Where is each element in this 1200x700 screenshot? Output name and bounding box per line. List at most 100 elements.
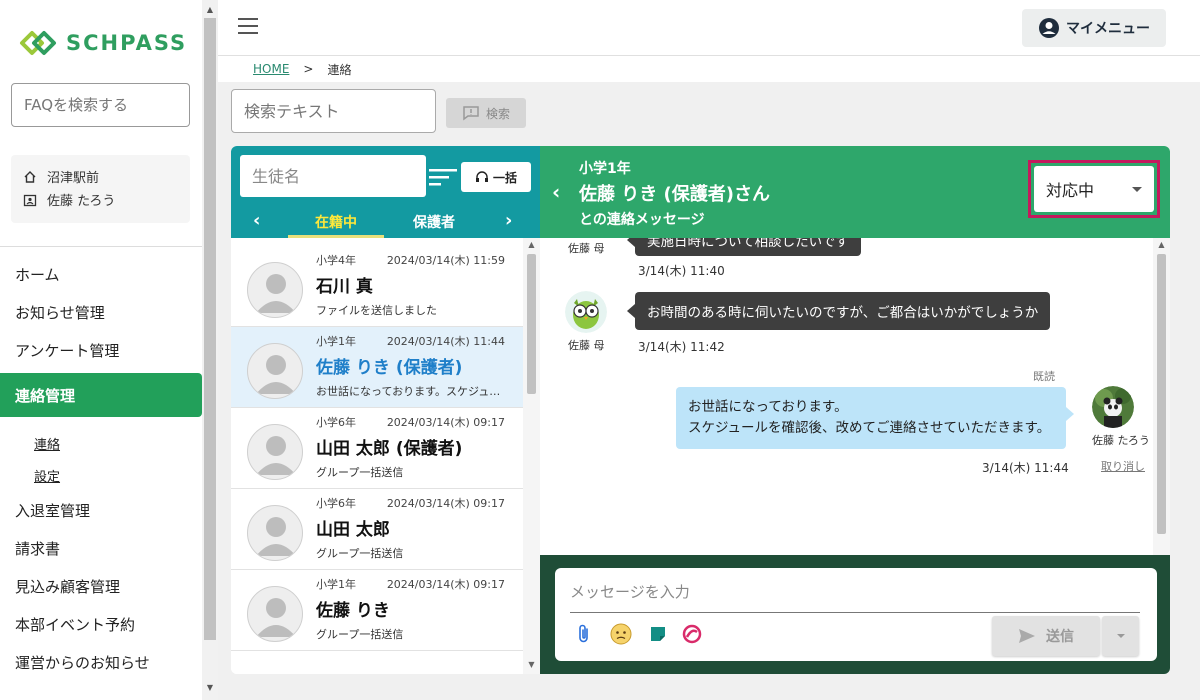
message-bubble: お時間のある時に伺いたいのですが、ご都合はいかがでしょうか (626, 292, 1051, 330)
message-input[interactable] (570, 578, 1140, 606)
chevron-left-icon[interactable]: ‹ (253, 210, 260, 231)
item-grade: 小学4年 (316, 254, 356, 267)
item-message: グループ一括送信 (316, 466, 404, 479)
composer: 送信 (555, 568, 1157, 661)
scroll-down-icon[interactable]: ▼ (523, 658, 540, 672)
contact-card: 一括 ‹ 在籍中 保護者 › 小学4年 2024/03/14(木) 11:59 … (231, 146, 1170, 674)
bulk-button[interactable]: 一括 (461, 162, 531, 192)
student-list-header: 一括 ‹ 在籍中 保護者 › (231, 146, 540, 238)
subnav-item-contact[interactable]: 連絡 (0, 427, 202, 459)
breadcrumb-current: 連絡 (327, 62, 352, 77)
stamp-icon[interactable] (680, 622, 704, 646)
chat-panel: ‹ 小学1年 佐藤 りき (保護者)さん との連絡メッセージ 対応中 実施日時に… (540, 146, 1170, 674)
send-button[interactable]: 送信 (992, 616, 1100, 656)
list-item[interactable]: 小学6年 2024/03/14(木) 09:17 山田 太郎 グループ一括送信 (231, 489, 523, 570)
breadcrumb: HOME > 連絡 (218, 56, 1200, 82)
list-item[interactable]: 小学6年 2024/03/14(木) 09:17 山田 太郎 (保護者) グルー… (231, 408, 523, 489)
composer-area: 送信 (540, 555, 1170, 674)
item-name: 佐藤 りき (保護者) (316, 358, 463, 378)
own-message-bubble: お世話になっております。 スケジュールを確認後、改めてご連絡させていただきます。 (676, 387, 1074, 449)
nav-item-survey[interactable]: アンケート管理 (0, 331, 202, 369)
my-menu-label: マイメニュー (1066, 21, 1150, 37)
message-time: 3/14(木) 11:42 (638, 340, 725, 354)
message-sender: 佐藤 たろう (1092, 434, 1150, 447)
paperclip-icon[interactable] (572, 622, 596, 646)
item-grade: 小学6年 (316, 416, 356, 429)
bulk-button-label: 一括 (492, 170, 517, 185)
emoji-icon[interactable] (609, 622, 633, 646)
nav-item-news[interactable]: お知らせ管理 (0, 293, 202, 331)
logo[interactable]: SCHPASS (18, 28, 187, 58)
item-date: 2024/03/14(木) 09:17 (386, 578, 505, 591)
item-grade: 小学1年 (316, 578, 356, 591)
breadcrumb-separator: > (303, 62, 314, 76)
chevron-right-icon[interactable]: › (505, 210, 512, 231)
faq-search-input[interactable] (11, 83, 190, 127)
item-date: 2024/03/14(木) 11:44 (386, 335, 505, 348)
headset-icon (475, 171, 488, 182)
nav-item-invoice[interactable]: 請求書 (0, 529, 202, 567)
top-bar: マイメニュー (218, 0, 1200, 56)
back-chevron-icon[interactable]: ‹ (552, 180, 560, 204)
search-button[interactable]: 検索 (446, 98, 526, 128)
logo-icon (20, 31, 56, 55)
status-select[interactable]: 対応中 (1034, 166, 1154, 212)
chat-scrollbar[interactable]: ▲ (1153, 238, 1170, 555)
message-sender: 佐藤 母 (568, 339, 605, 352)
sidebar-scrollbar[interactable]: ▲ ▼ (202, 0, 218, 700)
nav-item-home[interactable]: ホーム (0, 255, 202, 293)
scroll-up-icon[interactable]: ▲ (523, 238, 540, 252)
school-info: 沼津駅前 佐藤 たろう (11, 155, 190, 223)
sidebar: SCHPASS 沼津駅前 佐藤 たろう ホーム お知らせ管理 アンケート管理 連… (0, 0, 202, 700)
chevron-down-icon (1116, 634, 1125, 638)
search-button-label: 検索 (485, 106, 510, 121)
list-scroll-thumb[interactable] (527, 254, 536, 394)
list-item[interactable]: 小学4年 2024/03/14(木) 11:59 石川 真 ファイルを送信しまし… (231, 246, 523, 327)
hamburger-icon[interactable] (238, 18, 258, 34)
scroll-up-icon[interactable]: ▲ (1153, 238, 1170, 252)
chat-header: ‹ 小学1年 佐藤 りき (保護者)さん との連絡メッセージ 対応中 (540, 146, 1170, 238)
student-list-scrollbar[interactable]: ▲ ▼ (523, 238, 540, 674)
message-time: 3/14(木) 11:40 (638, 264, 725, 278)
school-row: 沼津駅前 (23, 165, 178, 188)
unsend-link[interactable]: 取り消し (1101, 458, 1145, 474)
input-underline (570, 612, 1140, 613)
sidebar-divider (0, 246, 202, 247)
scroll-up-icon[interactable]: ▲ (202, 2, 218, 18)
chat-scroll-thumb[interactable] (1157, 254, 1166, 534)
nav-item-prospects[interactable]: 見込み顧客管理 (0, 567, 202, 605)
send-button-label: 送信 (1046, 629, 1074, 645)
message-text-line: お世話になっております。 (688, 399, 848, 415)
status-value: 対応中 (1046, 181, 1095, 200)
message-time: 3/14(木) 11:44 (982, 461, 1069, 475)
list-item[interactable]: 小学1年 2024/03/14(木) 09:17 佐藤 りき グループ一括送信 (231, 570, 523, 651)
item-name: 佐藤 りき (316, 601, 390, 621)
nav-item-attendance[interactable]: 入退室管理 (0, 491, 202, 529)
tab-guardians[interactable]: 保護者 (396, 212, 472, 238)
avatar (247, 424, 303, 480)
student-list-panel: 一括 ‹ 在籍中 保護者 › 小学4年 2024/03/14(木) 11:59 … (231, 146, 540, 674)
sidebar-scroll-thumb[interactable] (204, 18, 216, 640)
sticker-icon[interactable] (646, 622, 670, 646)
my-menu-button[interactable]: マイメニュー (1022, 9, 1166, 47)
tab-enrolled[interactable]: 在籍中 (288, 212, 384, 238)
logo-text: SCHPASS (66, 31, 188, 55)
sort-icon[interactable] (429, 168, 457, 186)
list-item[interactable]: 小学1年 2024/03/14(木) 11:44 佐藤 りき (保護者) お世話… (231, 327, 523, 408)
send-options-button[interactable] (1102, 616, 1139, 656)
user-name: 佐藤 たろう (47, 194, 116, 209)
home-icon (24, 170, 36, 183)
student-list: 小学4年 2024/03/14(木) 11:59 石川 真 ファイルを送信しまし… (231, 246, 523, 651)
nav-item-contact[interactable]: 連絡管理 (0, 373, 202, 417)
student-name-input[interactable] (240, 155, 426, 197)
scroll-down-icon[interactable]: ▼ (202, 680, 218, 696)
breadcrumb-home[interactable]: HOME (253, 62, 289, 76)
subnav-item-settings[interactable]: 設定 (0, 459, 202, 491)
nav-item-events[interactable]: 本部イベント予約 (0, 605, 202, 643)
nav-item-operator-news[interactable]: 運営からのお知らせ (0, 643, 202, 681)
item-date: 2024/03/14(木) 09:17 (386, 497, 505, 510)
message-text-line: スケジュールを確認後、改めてご連絡させていただきます。 (688, 420, 1051, 436)
search-input[interactable] (231, 89, 436, 133)
send-icon (1019, 629, 1035, 643)
item-grade: 小学1年 (316, 335, 356, 348)
